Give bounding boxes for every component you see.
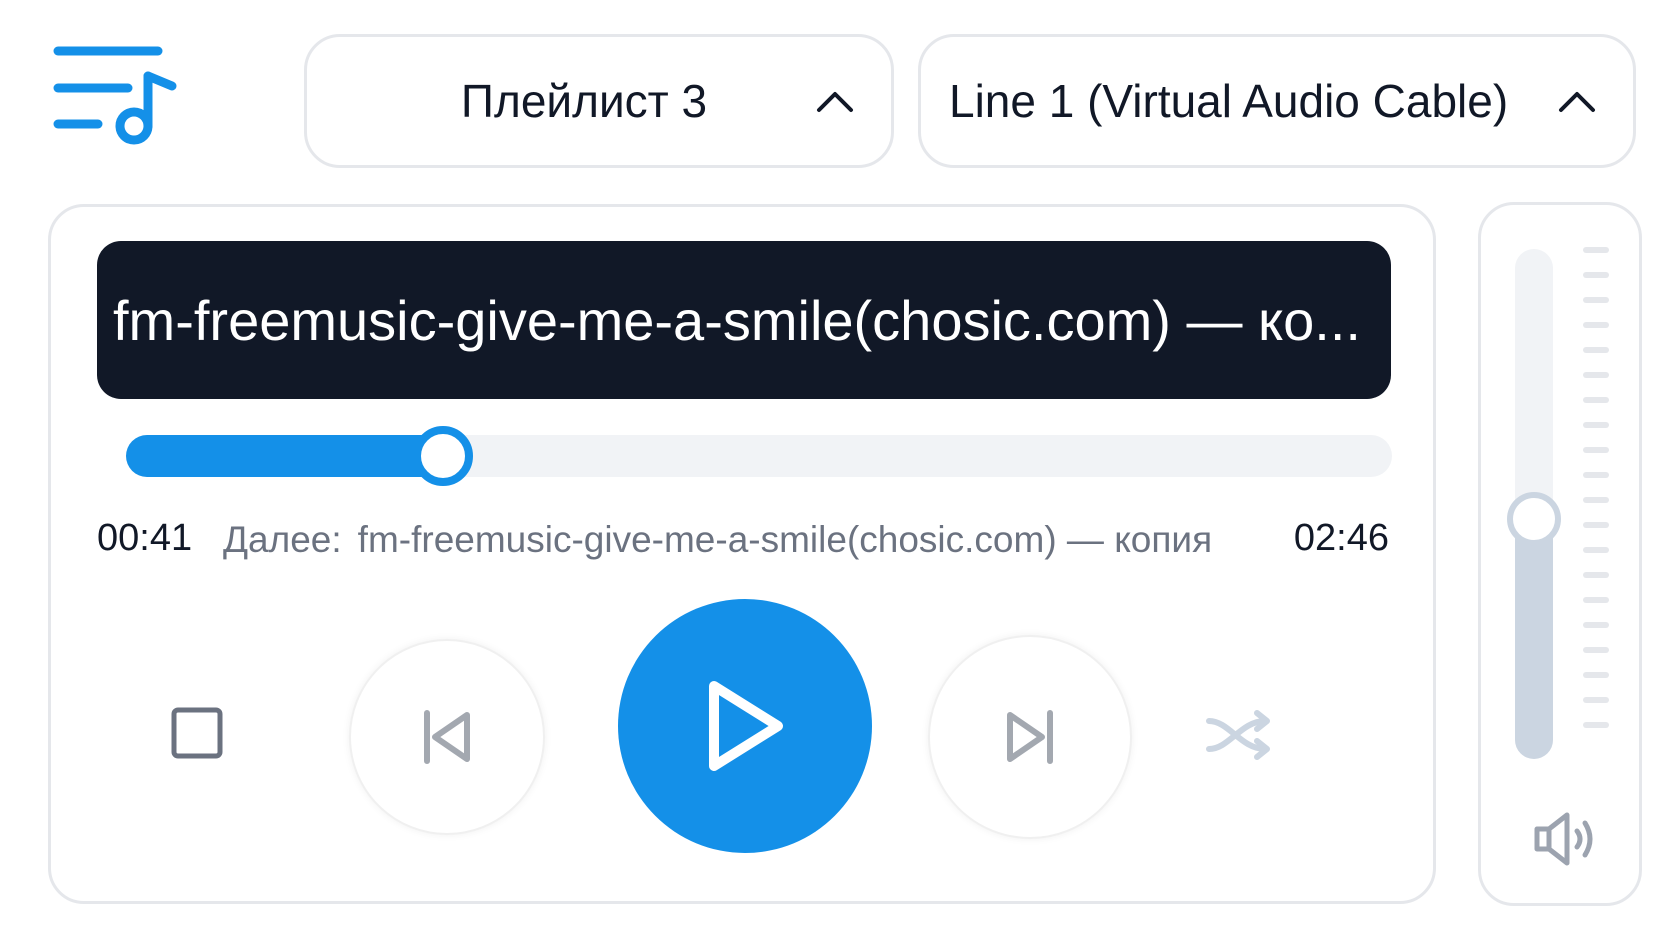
chevron-up-icon — [817, 92, 853, 112]
track-title: fm-freemusic-give-me-a-smile(chosic.com)… — [113, 288, 1361, 352]
next-prefix: Далее: — [223, 519, 342, 560]
volume-tick — [1583, 447, 1609, 453]
play-icon — [709, 681, 783, 771]
audio-device-select-value: Line 1 (Virtual Audio Cable) — [949, 75, 1509, 127]
music-player-app: Плейлист 3 Line 1 (Virtual Audio Cable) … — [0, 0, 1680, 944]
volume-tick — [1583, 697, 1609, 703]
player-card: fm-freemusic-give-me-a-smile(chosic.com)… — [48, 204, 1436, 904]
volume-scale — [1583, 247, 1609, 747]
next-track-info: Далее: fm-freemusic-give-me-a-smile(chos… — [223, 519, 1283, 561]
volume-tick — [1583, 497, 1609, 503]
play-button[interactable] — [618, 599, 872, 853]
volume-tick — [1583, 622, 1609, 628]
now-playing-banner: fm-freemusic-give-me-a-smile(chosic.com)… — [97, 241, 1391, 399]
volume-tick — [1583, 597, 1609, 603]
next-track-button[interactable] — [928, 635, 1132, 839]
audio-device-select[interactable]: Line 1 (Virtual Audio Cable) — [918, 34, 1636, 168]
volume-tick — [1583, 247, 1609, 253]
volume-tick — [1583, 672, 1609, 678]
volume-tick — [1583, 347, 1609, 353]
chevron-up-icon — [1559, 92, 1595, 112]
playlist-music-icon[interactable] — [52, 46, 194, 156]
total-time: 02:46 — [1293, 517, 1389, 559]
volume-tick — [1583, 472, 1609, 478]
skip-previous-icon — [424, 710, 470, 764]
progress-thumb[interactable] — [413, 426, 473, 486]
previous-track-button[interactable] — [349, 639, 545, 835]
current-time: 00:41 — [97, 517, 193, 559]
volume-tick — [1583, 722, 1609, 728]
skip-next-icon — [1007, 710, 1053, 764]
volume-tick — [1583, 297, 1609, 303]
progress-slider[interactable] — [126, 426, 1392, 486]
volume-tick — [1583, 322, 1609, 328]
volume-tick — [1583, 647, 1609, 653]
volume-tick — [1583, 572, 1609, 578]
volume-tick — [1583, 422, 1609, 428]
volume-tick — [1583, 372, 1609, 378]
stop-button[interactable] — [159, 695, 235, 771]
volume-tick — [1583, 522, 1609, 528]
next-track-name: fm-freemusic-give-me-a-smile(chosic.com)… — [357, 519, 1213, 560]
stop-icon — [171, 707, 223, 759]
playlist-select[interactable]: Плейлист 3 — [304, 34, 894, 168]
volume-slider[interactable] — [1507, 249, 1561, 759]
volume-tick — [1583, 272, 1609, 278]
volume-card — [1478, 202, 1642, 906]
shuffle-button[interactable] — [1201, 695, 1281, 775]
volume-thumb[interactable] — [1507, 492, 1561, 546]
volume-tick — [1583, 397, 1609, 403]
shuffle-icon — [1206, 710, 1270, 760]
volume-tick — [1583, 547, 1609, 553]
playlist-select-value: Плейлист 3 — [460, 75, 708, 127]
speaker-volume-icon[interactable] — [1533, 811, 1603, 867]
